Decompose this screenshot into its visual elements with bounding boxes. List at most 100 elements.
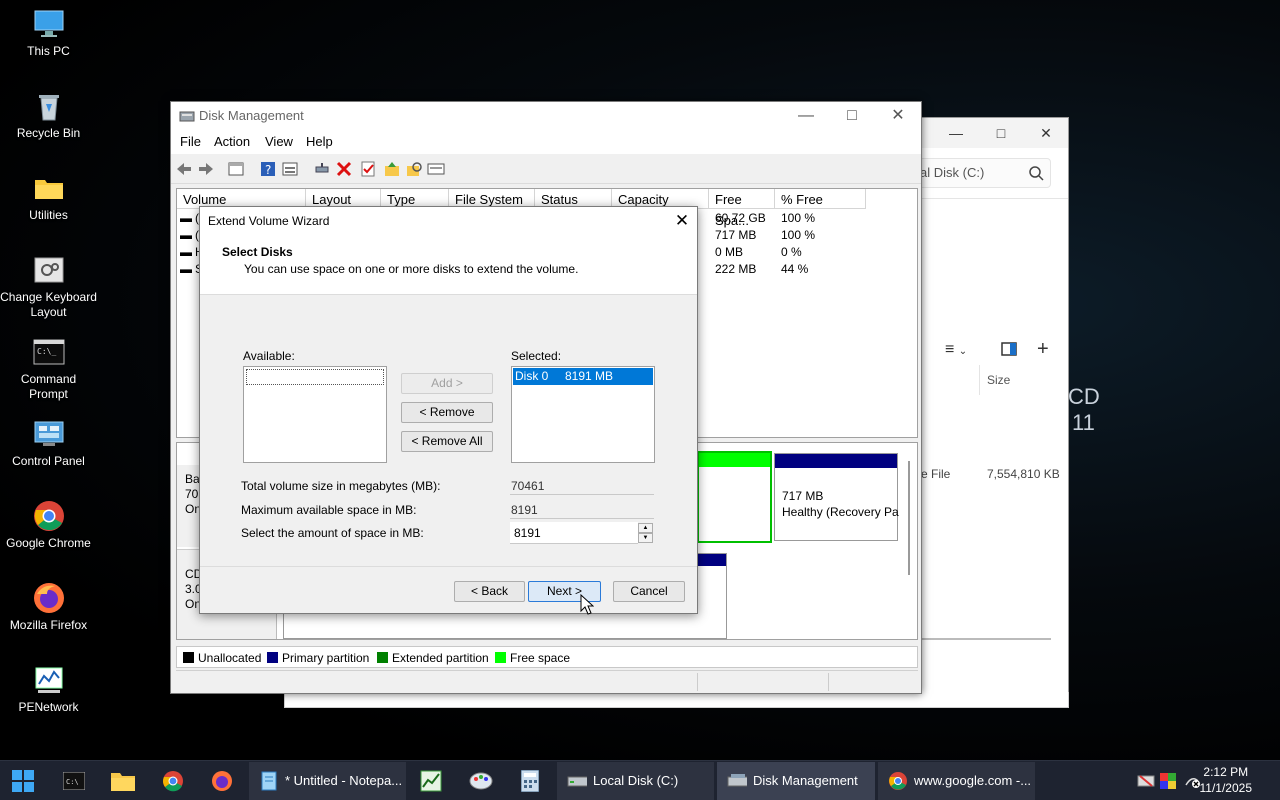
menu-file[interactable]: File (180, 130, 201, 154)
dialog-title: Extend Volume Wizard (208, 214, 330, 228)
desktop-icon-recycle-bin[interactable]: Recycle Bin (0, 90, 97, 141)
available-disks-list[interactable] (243, 366, 387, 463)
scrollbar[interactable] (908, 461, 910, 575)
search-icon[interactable] (1028, 159, 1044, 191)
legend-swatch-extended (377, 652, 388, 663)
desktop-icon-label: PENetwork (18, 700, 79, 714)
add-icon[interactable]: + (1037, 338, 1049, 361)
maximize-icon[interactable]: □ (981, 122, 1021, 144)
taskbar-chrome-window[interactable]: www.google.com -... (878, 762, 1035, 800)
desktop-icon-command-prompt[interactable]: C:\_ Command Prompt (0, 336, 97, 402)
maximize-icon[interactable]: □ (829, 102, 875, 130)
amount-input[interactable]: 8191 (510, 522, 638, 544)
close-icon[interactable]: ✕ (1026, 122, 1066, 144)
view-options-icon[interactable]: ≡ ⌄ (945, 341, 967, 359)
column-header-size[interactable]: Size (979, 365, 1059, 395)
column-percent-free[interactable]: % Free (775, 189, 866, 209)
desktop-icon-label: Mozilla Firefox (9, 618, 88, 632)
taskbar-chart-app[interactable] (412, 761, 450, 800)
palette-icon (469, 772, 493, 790)
taskbar-chrome[interactable] (154, 761, 192, 800)
desktop-icon-label: Google Chrome (6, 536, 91, 550)
windows-logo-icon (12, 770, 34, 792)
console-tree-icon[interactable] (227, 160, 245, 178)
forward-arrow-icon[interactable] (197, 160, 215, 178)
primary-partition-bar (775, 454, 897, 468)
tray-tool-icon[interactable] (1137, 773, 1155, 789)
desktop-icon-penetwork[interactable]: PENetwork (0, 664, 97, 715)
search-folder-icon[interactable] (405, 160, 423, 178)
menu-action[interactable]: Action (214, 130, 250, 154)
toolbar: ? (171, 154, 921, 184)
taskbar-paint-app[interactable] (462, 761, 500, 800)
close-icon[interactable]: ✕ (667, 207, 697, 235)
system-clock[interactable]: 2:12 PM 11/1/2025 (1200, 764, 1253, 796)
start-button[interactable] (0, 761, 46, 800)
minimize-icon[interactable]: — (936, 122, 976, 144)
drive-icon: ▬ (180, 228, 192, 242)
spin-down-icon[interactable]: ▼ (638, 533, 653, 543)
add-button[interactable]: Add > (401, 373, 493, 394)
drive-icon: ▬ (180, 211, 192, 225)
legend-swatch-primary (267, 652, 278, 663)
delete-icon[interactable] (335, 160, 353, 178)
network-monitor-icon (33, 664, 65, 696)
recycle-bin-icon (33, 90, 65, 122)
max-space-label: Maximum available space in MB: (241, 503, 417, 517)
taskbar-file-explorer[interactable] (104, 761, 142, 800)
menu-help[interactable]: Help (306, 130, 333, 154)
desktop-icon-mozilla-firefox[interactable]: Mozilla Firefox (0, 582, 97, 633)
help-icon[interactable]: ? (259, 160, 277, 178)
properties-icon[interactable] (281, 160, 299, 178)
calculator-icon (521, 770, 539, 792)
cancel-button[interactable]: Cancel (613, 581, 685, 602)
selected-disks-list[interactable]: Disk 0 8191 MB (511, 366, 655, 463)
desktop-icon-label: Command Prompt (20, 372, 77, 401)
taskbar: C:\ * Untitled - Notepa... Local Disk (C… (0, 760, 1280, 800)
check-icon[interactable] (359, 160, 377, 178)
taskbar-command-prompt[interactable]: C:\ (56, 761, 94, 800)
taskbar-firefox[interactable] (203, 761, 241, 800)
desktop-icon-control-panel[interactable]: Control Panel (0, 418, 97, 469)
disk-management-app-icon (179, 109, 195, 126)
wizard-heading: Select Disks (222, 245, 293, 259)
back-arrow-icon[interactable] (175, 160, 193, 178)
drive-icon: ▬ (180, 245, 192, 259)
tray-color-icon[interactable] (1160, 773, 1176, 789)
back-button[interactable]: < Back (454, 581, 525, 602)
close-icon[interactable]: ✕ (875, 102, 921, 130)
svg-text:C:\: C:\ (66, 778, 79, 786)
scrollbar[interactable] (921, 638, 1051, 640)
control-panel-icon (33, 418, 65, 450)
terminal-icon: C:\_ (33, 336, 65, 368)
chart-icon (420, 770, 442, 792)
minimize-icon[interactable]: — (783, 102, 829, 130)
primary-partition-bar (696, 554, 726, 566)
recovery-partition[interactable]: 717 MB Healthy (Recovery Pa (774, 453, 899, 541)
connect-drive-icon[interactable] (313, 160, 331, 178)
desktop-icon-google-chrome[interactable]: Google Chrome (0, 500, 97, 551)
taskbar-calculator[interactable] (511, 761, 549, 800)
menu-view[interactable]: View (265, 130, 293, 154)
list-item[interactable]: Disk 0 8191 MB (513, 368, 653, 385)
background-text: CD 11 (1068, 384, 1100, 435)
desktop-icon-this-pc[interactable]: This PC (0, 8, 97, 59)
taskbar-local-disk[interactable]: Local Disk (C:) (557, 762, 714, 800)
taskbar-disk-management[interactable]: Disk Management (717, 762, 875, 800)
folder-up-icon[interactable] (383, 160, 401, 178)
amount-stepper[interactable]: 8191 ▲ ▼ (510, 522, 654, 544)
column-free-space[interactable]: Free Spa... (709, 189, 775, 228)
display-settings-icon[interactable] (427, 160, 445, 178)
remove-all-button[interactable]: < Remove All (401, 431, 493, 452)
remove-button[interactable]: < Remove (401, 402, 493, 423)
spin-up-icon[interactable]: ▲ (638, 523, 653, 533)
explorer-address-bar[interactable]: al Disk (C:) (901, 158, 1051, 188)
chrome-icon (889, 772, 907, 790)
desktop-icon-utilities[interactable]: Utilities (0, 172, 97, 223)
desktop-icon-change-keyboard-layout[interactable]: Change Keyboard Layout (0, 254, 97, 320)
chrome-icon (163, 771, 183, 792)
disk-management-icon (727, 774, 747, 787)
details-pane-icon[interactable] (1001, 342, 1017, 361)
extended-free-space-partition[interactable] (697, 451, 772, 543)
taskbar-notepad[interactable]: * Untitled - Notepa... (249, 762, 406, 800)
